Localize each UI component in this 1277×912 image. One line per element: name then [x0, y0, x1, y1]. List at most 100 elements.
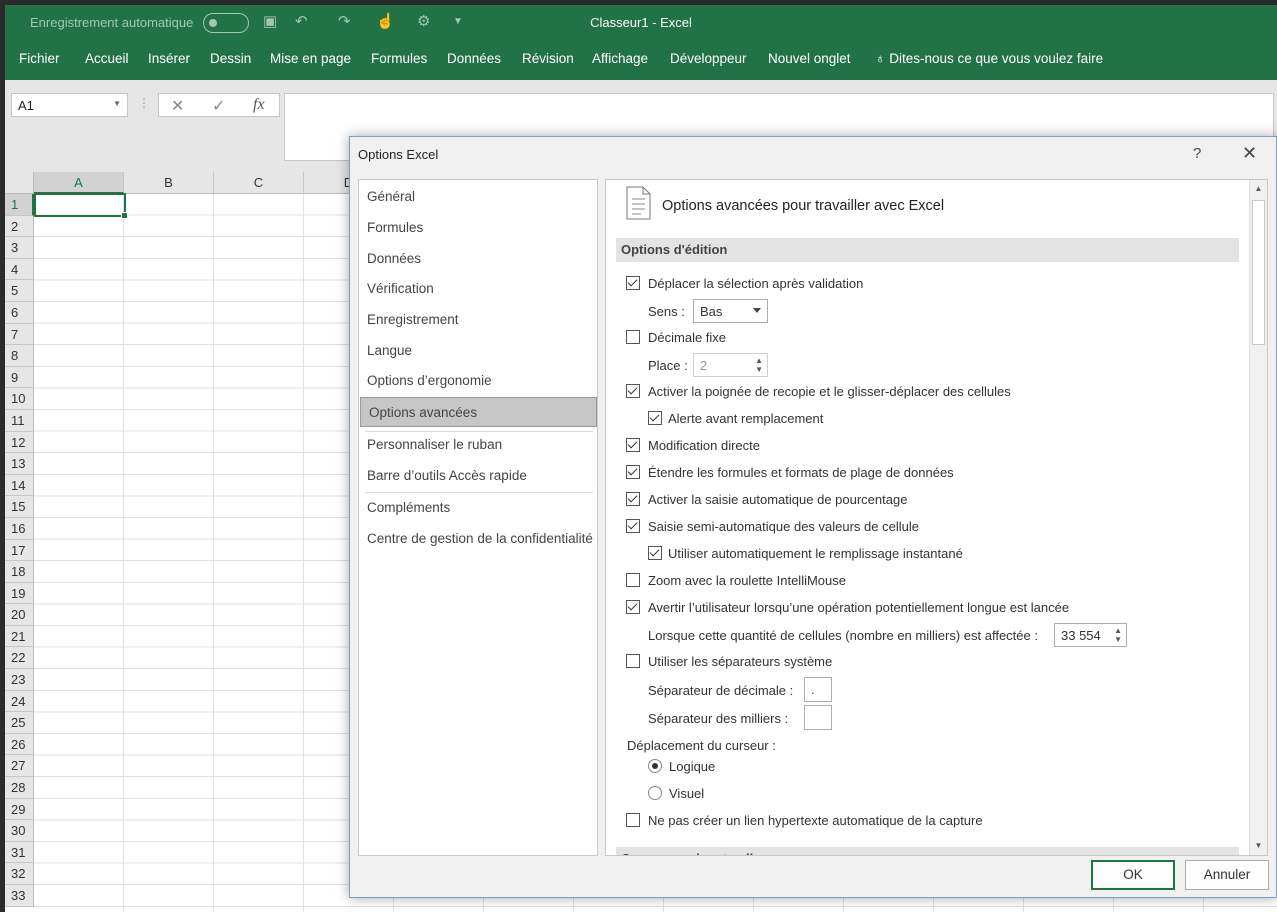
row-header[interactable]: 30: [5, 820, 34, 842]
nav-item-options-avancees[interactable]: Options avancées: [360, 397, 597, 427]
row-header[interactable]: 26: [5, 733, 34, 756]
nav-item-barre-acces-rapide[interactable]: Barre d’outils Accès rapide: [359, 461, 597, 491]
redo-icon[interactable]: ↷: [338, 12, 351, 30]
tab-inserer[interactable]: Insérer: [148, 51, 190, 66]
places-spinner[interactable]: 2 ▲ ▼: [693, 353, 768, 377]
row-header[interactable]: 28: [5, 777, 34, 799]
undo-icon[interactable]: ↶: [295, 12, 308, 30]
autosave-toggle[interactable]: [203, 13, 249, 33]
column-header-b[interactable]: B: [124, 172, 214, 194]
checkbox-alert-long-op[interactable]: [626, 600, 640, 614]
select-all-corner[interactable]: [5, 172, 34, 194]
row-header[interactable]: 7: [5, 323, 34, 346]
row-header[interactable]: 16: [5, 517, 34, 540]
row-header[interactable]: 31: [5, 841, 34, 864]
save-icon[interactable]: ▣: [263, 12, 277, 30]
row-header[interactable]: 8: [5, 345, 34, 367]
tab-revision[interactable]: Révision: [522, 51, 574, 66]
spinner-arrows-icon[interactable]: ▲ ▼: [755, 356, 763, 374]
nav-item-enregistrement[interactable]: Enregistrement: [359, 305, 597, 335]
nav-item-complements[interactable]: Compléments: [359, 493, 597, 523]
row-header[interactable]: 19: [5, 582, 34, 605]
row-header[interactable]: 24: [5, 690, 34, 713]
nav-item-donnees[interactable]: Données: [359, 244, 597, 274]
nav-item-langue[interactable]: Langue: [359, 336, 597, 366]
checkbox-no-hyperlink[interactable]: [626, 813, 640, 827]
scrollbar-thumb[interactable]: [1252, 200, 1265, 345]
checkbox-fill-handle[interactable]: [626, 384, 640, 398]
row-header[interactable]: 15: [5, 496, 34, 518]
thousands-separator-input[interactable]: [804, 705, 832, 730]
row-header[interactable]: 20: [5, 604, 34, 626]
spinner-arrows-icon[interactable]: ▲ ▼: [1114, 626, 1122, 644]
tell-me-search[interactable]: ♁ Dites-nous ce que vous voulez faire: [875, 50, 1103, 66]
nav-item-personnaliser-ruban[interactable]: Personnaliser le ruban: [359, 430, 597, 460]
tab-formules[interactable]: Formules: [371, 51, 427, 66]
row-header[interactable]: 23: [5, 669, 34, 691]
row-header[interactable]: 14: [5, 474, 34, 497]
row-header[interactable]: 10: [5, 388, 34, 410]
checkbox-auto-percent[interactable]: [626, 492, 640, 506]
nav-item-verification[interactable]: Vérification: [359, 274, 597, 304]
nav-item-confidentialite[interactable]: Centre de gestion de la confidentialité: [359, 524, 597, 554]
row-header[interactable]: 17: [5, 539, 34, 562]
panel-scrollbar[interactable]: ▲ ▼: [1249, 180, 1267, 855]
row-header[interactable]: 5: [5, 280, 34, 302]
nav-item-formules[interactable]: Formules: [359, 213, 597, 243]
tab-accueil[interactable]: Accueil: [85, 51, 129, 66]
row-header[interactable]: 33: [5, 885, 34, 907]
touch-mode-icon[interactable]: ☝: [376, 12, 395, 30]
row-header[interactable]: 11: [5, 409, 34, 432]
row-header[interactable]: 18: [5, 561, 34, 583]
checkbox-flash-fill[interactable]: [648, 546, 662, 560]
column-header-c[interactable]: C: [214, 172, 304, 194]
checkbox-zoom-intellimouse[interactable]: [626, 573, 640, 587]
row-header[interactable]: 6: [5, 301, 34, 324]
cancel-entry-icon[interactable]: ✕: [171, 96, 184, 116]
checkbox-move-after-enter[interactable]: [626, 276, 640, 290]
nav-item-general[interactable]: Général: [359, 182, 597, 212]
insert-function-icon[interactable]: fx: [253, 96, 265, 114]
tab-nouvel-onglet[interactable]: Nouvel onglet: [768, 51, 851, 66]
close-button[interactable]: ✕: [1242, 143, 1257, 164]
row-header[interactable]: 4: [5, 258, 34, 281]
scroll-down-icon[interactable]: ▼: [1250, 837, 1267, 855]
customize-qat-icon[interactable]: ▼: [453, 16, 463, 27]
direction-select[interactable]: Bas: [693, 299, 768, 323]
checkbox-extend-formats[interactable]: [626, 465, 640, 479]
row-header[interactable]: 27: [5, 755, 34, 778]
radio-cursor-logical[interactable]: [648, 759, 662, 773]
cancel-button[interactable]: Annuler: [1185, 860, 1269, 890]
checkbox-fixed-decimal[interactable]: [626, 330, 640, 344]
row-header[interactable]: 22: [5, 647, 34, 670]
chevron-down-icon[interactable]: ▼: [113, 99, 121, 108]
radio-cursor-visual[interactable]: [648, 786, 662, 800]
row-header[interactable]: 13: [5, 453, 34, 475]
tab-fichier[interactable]: Fichier: [19, 51, 60, 66]
quick-access-icon[interactable]: ⚙: [417, 12, 430, 30]
tab-dessin[interactable]: Dessin: [210, 51, 251, 66]
decimal-separator-input[interactable]: .: [804, 677, 832, 702]
column-header-a[interactable]: A: [34, 172, 124, 194]
tab-affichage[interactable]: Affichage: [592, 51, 648, 66]
cells-threshold-spinner[interactable]: 33 554 ▲ ▼: [1054, 623, 1127, 647]
row-header[interactable]: 9: [5, 366, 34, 389]
tab-mise-en-page[interactable]: Mise en page: [270, 51, 351, 66]
row-header[interactable]: 32: [5, 863, 34, 885]
help-button[interactable]: ?: [1193, 145, 1201, 162]
row-header[interactable]: 12: [5, 431, 34, 454]
checkbox-alert-overwrite[interactable]: [648, 411, 662, 425]
row-header[interactable]: 3: [5, 237, 34, 259]
row-header[interactable]: 2: [5, 215, 34, 238]
checkbox-system-separators[interactable]: [626, 654, 640, 668]
ok-button[interactable]: OK: [1091, 860, 1175, 890]
row-header[interactable]: 29: [5, 798, 34, 821]
nav-item-ergonomie[interactable]: Options d’ergonomie: [359, 366, 597, 396]
row-header[interactable]: 21: [5, 625, 34, 648]
checkbox-autocomplete[interactable]: [626, 519, 640, 533]
row-header[interactable]: 25: [5, 712, 34, 734]
scroll-up-icon[interactable]: ▲: [1250, 180, 1267, 198]
checkbox-edit-in-cell[interactable]: [626, 438, 640, 452]
row-header[interactable]: 1: [5, 194, 34, 216]
tab-developpeur[interactable]: Développeur: [670, 51, 747, 66]
